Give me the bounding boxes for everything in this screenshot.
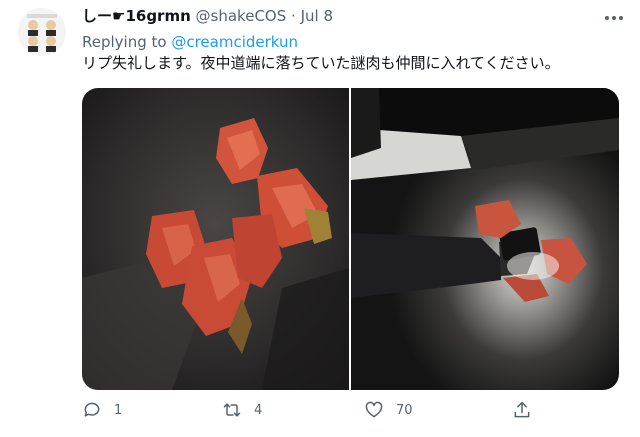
reply-button[interactable]: 1 (82, 398, 122, 422)
tweet-date[interactable]: Jul 8 (301, 7, 333, 25)
display-name[interactable]: しー☛16grmn (82, 7, 191, 25)
reply-count: 1 (114, 402, 123, 418)
retweet-button[interactable]: 4 (222, 398, 262, 422)
reply-icon (84, 402, 100, 417)
separator-dot: · (291, 7, 296, 25)
tweet-text: リプ失礼します。夜中道端に落ちていた謎肉も仲間に入れてください。 (82, 54, 560, 72)
heart-icon (365, 401, 383, 418)
retweet-count: 4 (254, 402, 263, 418)
share-icon (514, 401, 530, 418)
action-bar: 1 4 70 (82, 398, 542, 422)
tweet-header: しー☛16grmn @shakeCOS · Jul 8 (82, 6, 333, 26)
photo-meat-on-road[interactable] (82, 88, 349, 390)
photo-meat-flashlight[interactable] (351, 88, 619, 390)
like-count: 70 (396, 402, 413, 418)
replying-to: Replying to @creamciderkun (82, 32, 298, 52)
avatar[interactable] (18, 8, 66, 56)
retweet-icon (223, 403, 241, 417)
mention-link[interactable]: @creamciderkun (171, 33, 298, 51)
tweet[interactable]: しー☛16grmn @shakeCOS · Jul 8 Replying to … (0, 0, 640, 437)
replying-prefix: Replying to (82, 33, 172, 51)
share-button[interactable] (512, 398, 532, 422)
like-button[interactable]: 70 (364, 398, 413, 422)
more-icon[interactable] (602, 8, 626, 28)
user-handle[interactable]: @shakeCOS (196, 7, 287, 25)
avatar-image (18, 8, 66, 56)
media-grid (82, 88, 619, 390)
